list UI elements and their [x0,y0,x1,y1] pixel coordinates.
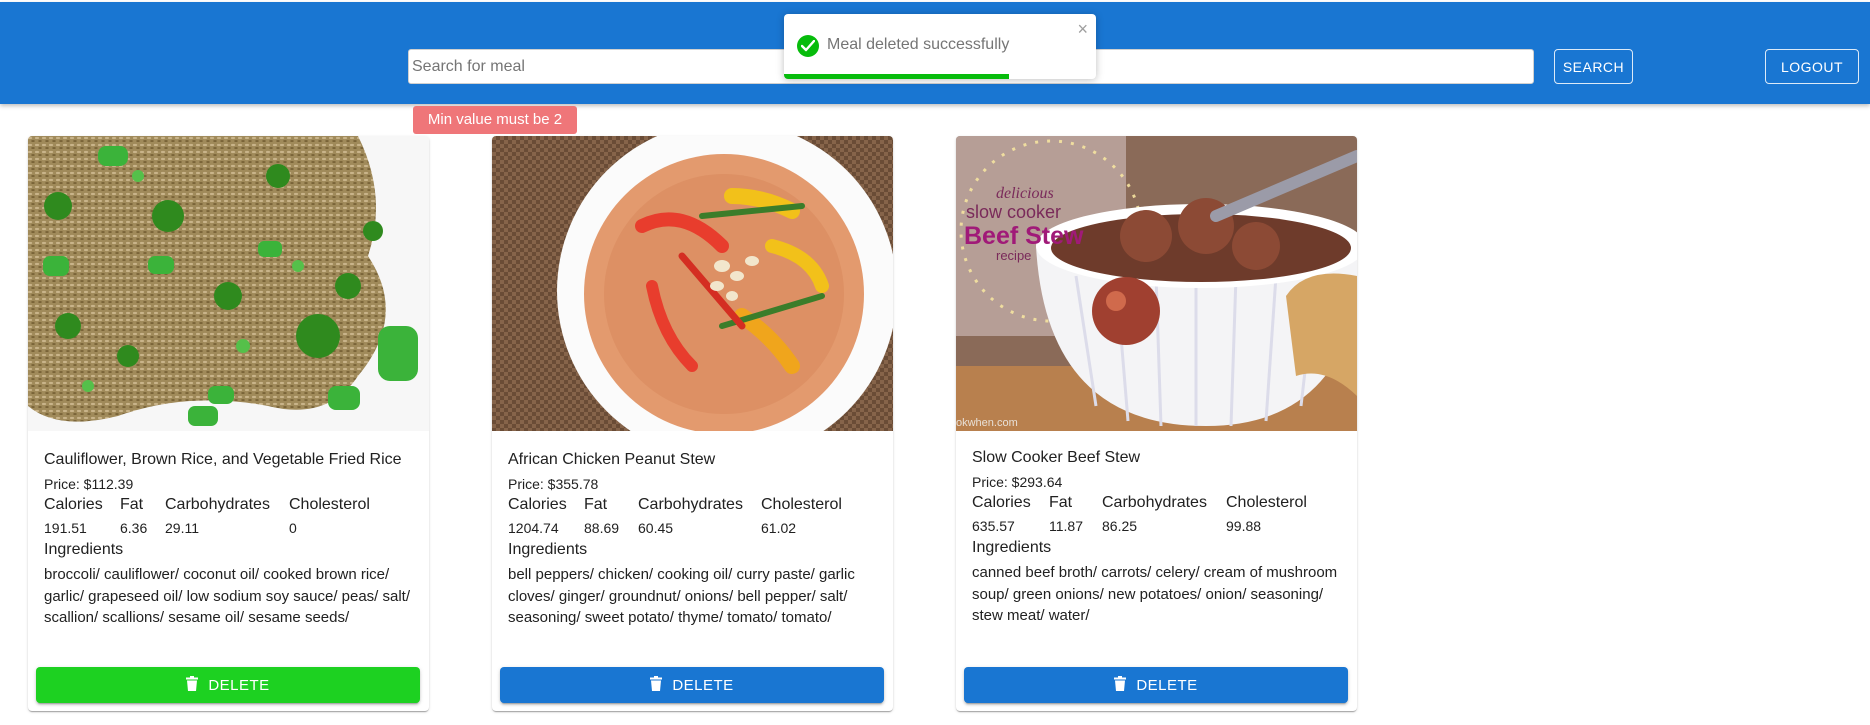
carbohydrates-value: 60.45 [638,520,674,536]
carbohydrates-header: Carbohydrates [165,496,270,513]
meal-price: Price: $112.39 [44,476,134,492]
calories-header: Calories [972,494,1031,511]
meal-price: Price: $355.78 [508,476,599,492]
delete-button[interactable]: DELETE [36,667,420,703]
trash-icon [186,675,199,695]
ingredients-list: canned beef broth/ carrots/ celery/ crea… [972,564,1338,624]
validation-tooltip: Min value must be 2 [413,106,577,134]
fat-value: 11.87 [1049,518,1083,534]
delete-label: DELETE [1136,676,1198,694]
calories-value: 191.51 [44,520,87,536]
delete-label: DELETE [208,676,270,694]
fat-header: Fat [120,496,144,513]
calories-value: 1204.74 [508,520,559,536]
logout-button[interactable]: LOGOUT [1765,49,1859,84]
ingredients-label: Ingredients [44,541,124,558]
search-button[interactable]: SEARCH [1554,49,1633,84]
delete-label: DELETE [672,676,734,694]
toast-progress-bar [784,74,1009,79]
delete-button[interactable]: DELETE [500,667,884,703]
meal-card: Cauliflower, Brown Rice, and Vegetable F… [28,136,429,711]
meal-card: delicious slow cooker Beef Stew recipe o… [956,136,1357,711]
ingredients-label: Ingredients [972,539,1052,556]
image-overlay-text: slow cooker [966,202,1061,222]
delete-button[interactable]: DELETE [964,667,1348,703]
ingredients-list: broccoli/ cauliflower/ coconut oil/ cook… [44,566,411,626]
fat-value: 88.69 [584,520,620,536]
image-overlay-text: Beef Stew [964,222,1084,250]
success-toast: Meal deleted successfully × [784,14,1096,79]
cholesterol-value: 61.02 [761,520,797,536]
meal-card: African Chicken Peanut Stew Price: $355.… [492,136,893,711]
check-circle-icon [797,35,819,57]
fat-header: Fat [1049,494,1073,511]
trash-icon [650,675,663,695]
ingredients-label: Ingredients [508,541,588,558]
image-overlay-text: delicious [996,185,1054,202]
calories-header: Calories [508,496,567,513]
cholesterol-value: 0 [289,520,297,536]
meal-title: Slow Cooker Beef Stew [972,449,1141,466]
carbohydrates-header: Carbohydrates [638,496,743,513]
meal-title: Cauliflower, Brown Rice, and Vegetable F… [44,451,402,468]
carbohydrates-header: Carbohydrates [1102,494,1207,511]
image-overlay-text: recipe [996,248,1031,263]
carbohydrates-value: 86.25 [1102,518,1138,534]
meal-image-beef-stew: delicious slow cooker Beef Stew recipe o… [956,136,1357,431]
meal-price: Price: $293.64 [972,474,1063,490]
calories-header: Calories [44,496,103,513]
cholesterol-header: Cholesterol [1226,494,1307,511]
fat-value: 6.36 [120,520,148,536]
cholesterol-header: Cholesterol [289,496,370,513]
meal-image-fried-rice [28,136,429,431]
carbohydrates-value: 29.11 [165,520,199,536]
meal-image-peanut-stew [492,136,893,431]
fat-header: Fat [584,496,608,513]
ingredients-list: bell peppers/ chicken/ cooking oil/ curr… [508,566,855,626]
close-icon[interactable]: × [1077,20,1088,38]
cholesterol-value: 99.88 [1226,518,1262,534]
trash-icon [1114,675,1127,695]
meal-title: African Chicken Peanut Stew [508,451,716,468]
calories-value: 635.57 [972,518,1015,534]
cholesterol-header: Cholesterol [761,496,842,513]
toast-message: Meal deleted successfully [827,36,1010,53]
image-watermark: okwhen.com [956,417,1018,429]
